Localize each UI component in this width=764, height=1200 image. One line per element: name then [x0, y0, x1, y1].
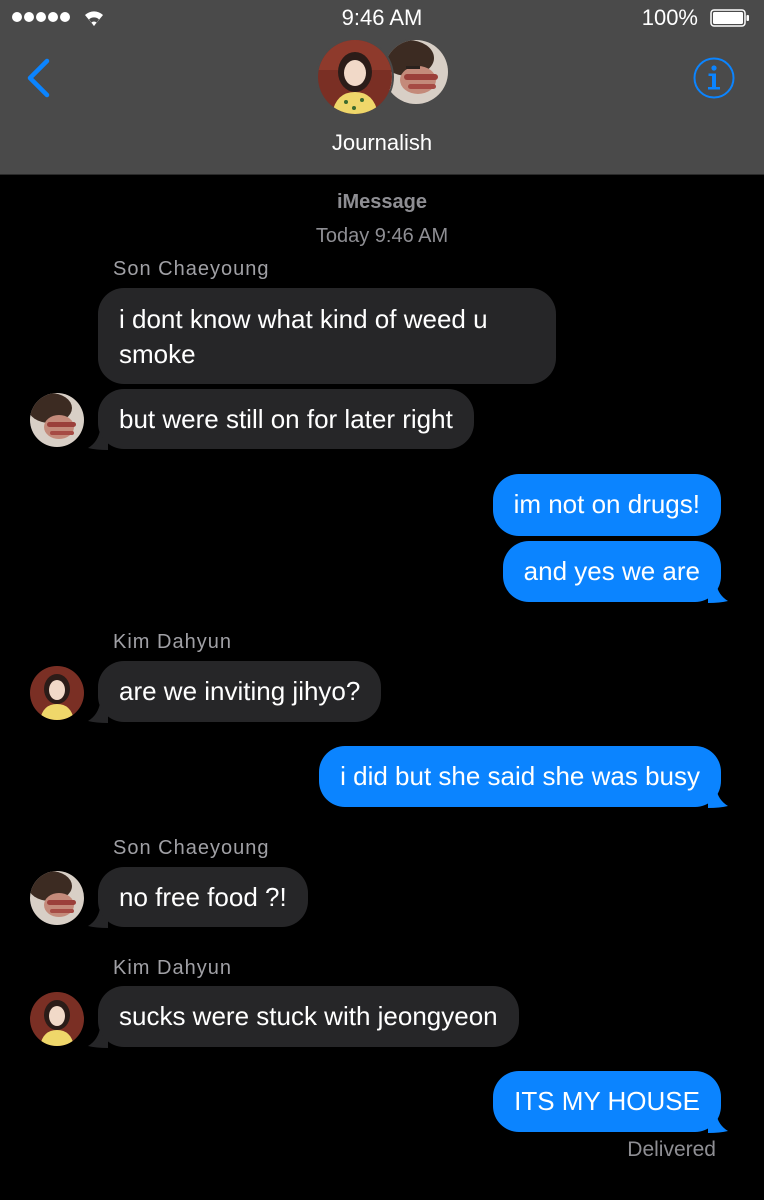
conversation-header: Journalish — [0, 36, 764, 175]
thread-timestamp: Today 9:46 AM — [315, 225, 449, 247]
battery-icon — [710, 9, 749, 27]
message-thread[interactable]: iMessage Today 9:46 AM Son Chaeyoung i d… — [0, 175, 764, 1200]
avatar-dahyun[interactable] — [30, 666, 84, 720]
avatar-dahyun[interactable] — [30, 992, 84, 1046]
battery-percentage: 100% — [641, 5, 698, 30]
sender-name: Son Chaeyoung — [113, 258, 270, 280]
back-button[interactable] — [22, 56, 56, 100]
member-avatar-dahyun — [316, 38, 394, 116]
message-bubble-outgoing[interactable]: i did but she said she was busy — [319, 746, 721, 807]
message-bubble-outgoing[interactable]: ITS MY HOUSE — [493, 1071, 721, 1132]
conversation-title[interactable]: Journalish — [0, 130, 764, 156]
service-label: iMessage — [336, 191, 428, 213]
info-button[interactable] — [692, 56, 736, 100]
avatar-chaeyoung[interactable] — [30, 871, 84, 925]
message-bubble-incoming[interactable]: are we inviting jihyo? — [98, 661, 382, 722]
group-avatar[interactable] — [316, 38, 450, 116]
sender-name: Son Chaeyoung — [113, 837, 270, 859]
message-bubble-outgoing[interactable]: im not on drugs! — [492, 474, 721, 536]
message-bubble-incoming[interactable]: but were still on for later right — [98, 389, 474, 449]
message-bubble-incoming[interactable]: i dont know what kind of weed u smoke — [98, 288, 556, 384]
avatar-chaeyoung[interactable] — [30, 393, 84, 447]
sender-name: Kim Dahyun — [113, 631, 232, 653]
delivery-status: Delivered — [627, 1138, 716, 1161]
sender-name: Kim Dahyun — [113, 957, 232, 979]
status-bar: 9:46 AM 100% — [0, 0, 764, 36]
message-bubble-incoming[interactable]: sucks were stuck with jeongyeon — [98, 986, 519, 1047]
message-bubble-outgoing[interactable]: and yes we are — [502, 541, 721, 602]
message-bubble-incoming[interactable]: no free food ?! — [98, 867, 308, 927]
